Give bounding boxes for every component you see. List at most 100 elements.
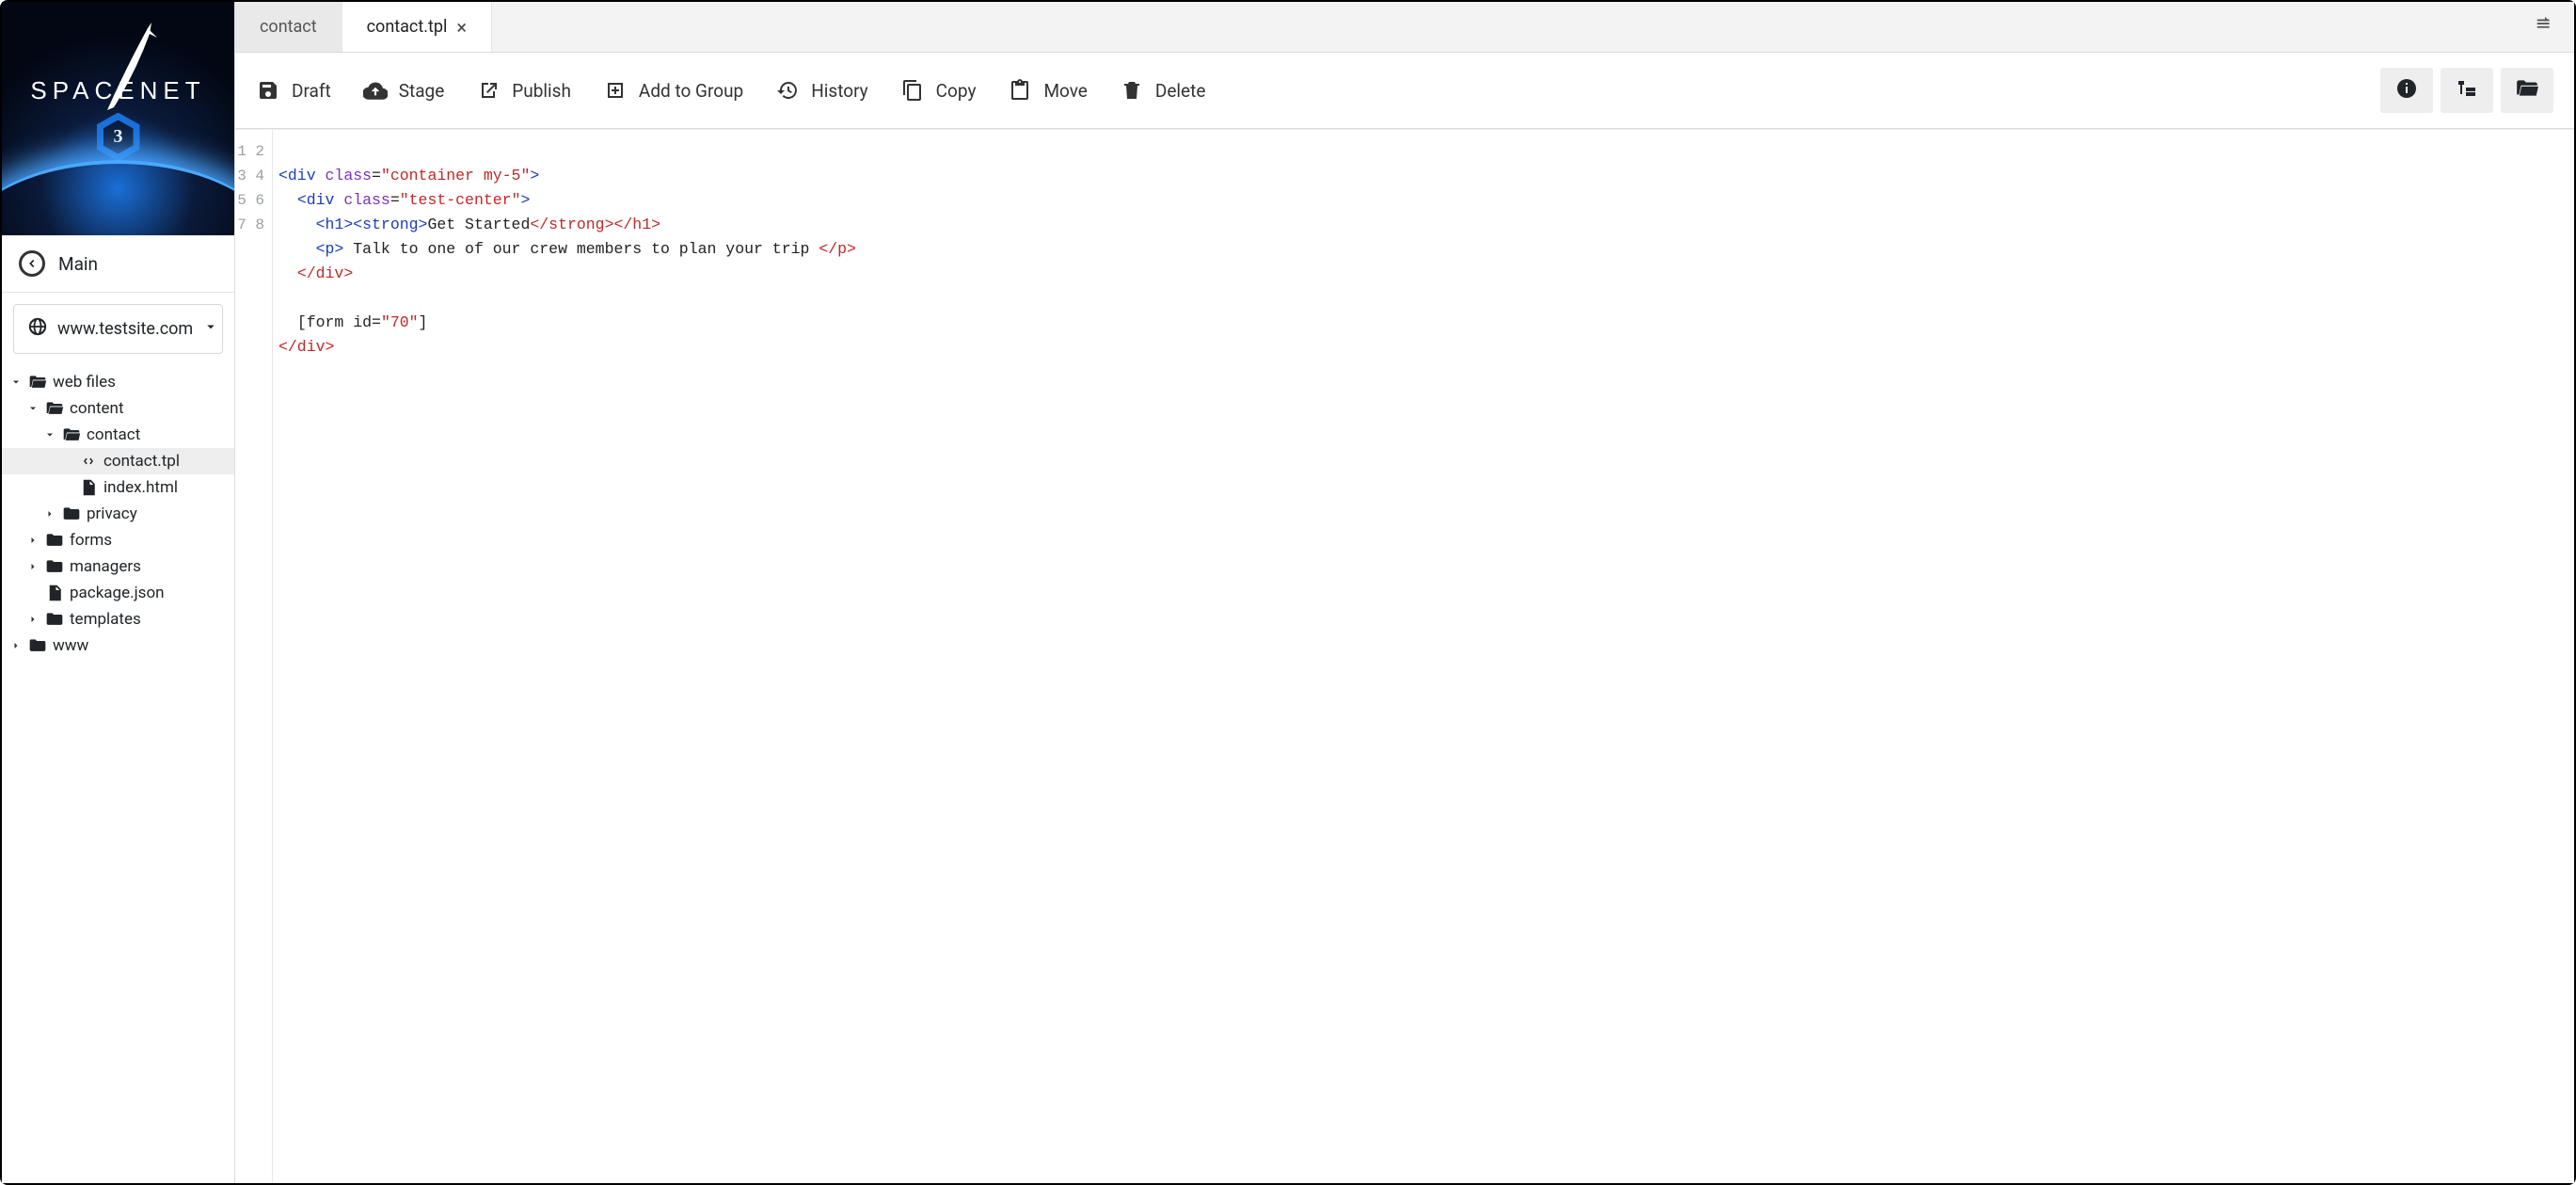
- folder-icon: [45, 531, 64, 550]
- folder-open-icon: [45, 399, 64, 418]
- tree-item-web-files[interactable]: web files: [2, 369, 234, 395]
- move-label: Move: [1043, 80, 1087, 102]
- tabs-menu-button[interactable]: [2516, 14, 2574, 40]
- tree-toggle-button[interactable]: [2441, 68, 2493, 113]
- tree-item-content[interactable]: content: [2, 395, 234, 422]
- tab-strip: contact contact.tpl ×: [235, 2, 2574, 53]
- back-arrow-icon: [19, 250, 45, 277]
- code-file-icon: [79, 452, 98, 471]
- tree-item-label: web files: [53, 373, 116, 392]
- caret-icon: [43, 508, 56, 520]
- tree-item-label: privacy: [87, 504, 137, 523]
- tree-icon: [2456, 77, 2478, 104]
- copy-icon: [900, 78, 925, 103]
- folder-icon: [45, 610, 64, 629]
- brand-logo: SPACENET 3: [2, 2, 234, 235]
- html-file-icon: </>: [45, 584, 64, 602]
- site-url: www.testsite.com: [57, 319, 193, 339]
- tree-item-forms[interactable]: forms: [2, 527, 234, 553]
- tree-item-label: managers: [70, 557, 141, 576]
- history-label: History: [811, 80, 867, 102]
- caret-icon: [43, 429, 56, 440]
- html-file-icon: </>: [79, 478, 98, 497]
- delete-button[interactable]: Delete: [1120, 78, 1206, 103]
- info-button[interactable]: [2380, 68, 2433, 113]
- caret-icon: [26, 561, 40, 572]
- globe-icon: [27, 316, 48, 342]
- tree-item-index-html[interactable]: </> index.html: [2, 474, 234, 501]
- tree-item-label: index.html: [103, 478, 178, 497]
- toolbar: Draft Stage Publish Add to Group History…: [235, 53, 2574, 129]
- caret-icon: [9, 640, 23, 651]
- brand-badge: 3: [97, 113, 140, 162]
- tab-contact[interactable]: contact: [235, 2, 342, 52]
- clipboard-icon: [1008, 78, 1032, 103]
- caret-icon: [26, 614, 40, 625]
- main-nav-label: Main: [58, 253, 98, 275]
- tree-item-privacy[interactable]: privacy: [2, 501, 234, 527]
- stage-button[interactable]: Stage: [363, 78, 445, 103]
- publish-button[interactable]: Publish: [476, 78, 571, 103]
- publish-label: Publish: [512, 80, 571, 102]
- sidebar: SPACENET 3 Main www.testsite.com web fil…: [2, 2, 235, 1183]
- tab-contact-tpl[interactable]: contact.tpl ×: [342, 2, 492, 52]
- tree-item-contact-tpl[interactable]: contact.tpl: [2, 448, 234, 474]
- copy-label: Copy: [936, 80, 977, 102]
- svg-text:</>: </>: [52, 593, 60, 599]
- caret-icon: [26, 403, 40, 414]
- draft-button[interactable]: Draft: [256, 78, 331, 103]
- tree-item-label: contact.tpl: [103, 452, 180, 471]
- history-button[interactable]: History: [775, 78, 867, 103]
- info-icon: [2395, 77, 2418, 104]
- main-area: contact contact.tpl × Draft Stage Publish …: [235, 2, 2574, 1183]
- editor-gutter: 1 2 3 4 5 6 7 8: [235, 130, 273, 1183]
- folder-open-icon: [2515, 76, 2539, 104]
- plus-box-icon: [603, 78, 628, 103]
- move-button[interactable]: Move: [1008, 78, 1087, 103]
- tree-item-label: package.json: [70, 584, 165, 602]
- editor-code[interactable]: <div class="container my-5"> <div class=…: [273, 130, 2574, 1183]
- main-nav-link[interactable]: Main: [2, 235, 234, 293]
- svg-text:</>: </>: [86, 488, 94, 493]
- tab-label: contact.tpl: [367, 17, 448, 37]
- open-folder-button[interactable]: [2501, 68, 2553, 113]
- tree-item-package-json[interactable]: </> package.json: [2, 580, 234, 606]
- caret-icon: [26, 535, 40, 546]
- arrow-icon: [103, 21, 159, 115]
- trash-icon: [1120, 78, 1144, 103]
- tree-item-managers[interactable]: managers: [2, 553, 234, 580]
- tree-item-label: contact: [87, 425, 140, 444]
- cloud-upload-icon: [363, 78, 388, 103]
- horizon-glow: [2, 160, 234, 235]
- tree-item-label: templates: [70, 610, 141, 629]
- toolbar-right-group: [2380, 68, 2553, 113]
- tree-item-label: content: [70, 399, 124, 418]
- tree-item-label: www: [53, 636, 88, 655]
- stage-label: Stage: [399, 80, 445, 102]
- add-to-group-button[interactable]: Add to Group: [603, 78, 743, 103]
- site-selector[interactable]: www.testsite.com: [13, 304, 223, 354]
- tree-item-templates[interactable]: templates: [2, 606, 234, 633]
- history-icon: [775, 78, 800, 103]
- folder-icon: [28, 636, 47, 655]
- close-icon[interactable]: ×: [456, 16, 467, 39]
- tree-item-www[interactable]: www: [2, 633, 234, 659]
- folder-icon: [62, 504, 81, 523]
- draft-label: Draft: [292, 80, 331, 102]
- add-to-group-label: Add to Group: [639, 80, 743, 102]
- tree-item-contact[interactable]: contact: [2, 422, 234, 448]
- caret-icon: [9, 376, 23, 388]
- app-root: SPACENET 3 Main www.testsite.com web fil…: [2, 2, 2574, 1183]
- chevron-down-icon: [202, 318, 219, 340]
- tab-label: contact: [260, 17, 317, 37]
- file-tree: web files content contact contact.tpl </> ind…: [2, 365, 234, 670]
- save-icon: [256, 78, 280, 103]
- delete-label: Delete: [1155, 80, 1206, 102]
- folder-icon: [45, 557, 64, 576]
- copy-button[interactable]: Copy: [900, 78, 977, 103]
- code-editor[interactable]: 1 2 3 4 5 6 7 8 <div class="container my…: [235, 129, 2574, 1183]
- tree-item-label: forms: [70, 531, 112, 550]
- folder-open-icon: [62, 425, 81, 444]
- folder-open-icon: [28, 373, 47, 392]
- share-icon: [476, 78, 501, 103]
